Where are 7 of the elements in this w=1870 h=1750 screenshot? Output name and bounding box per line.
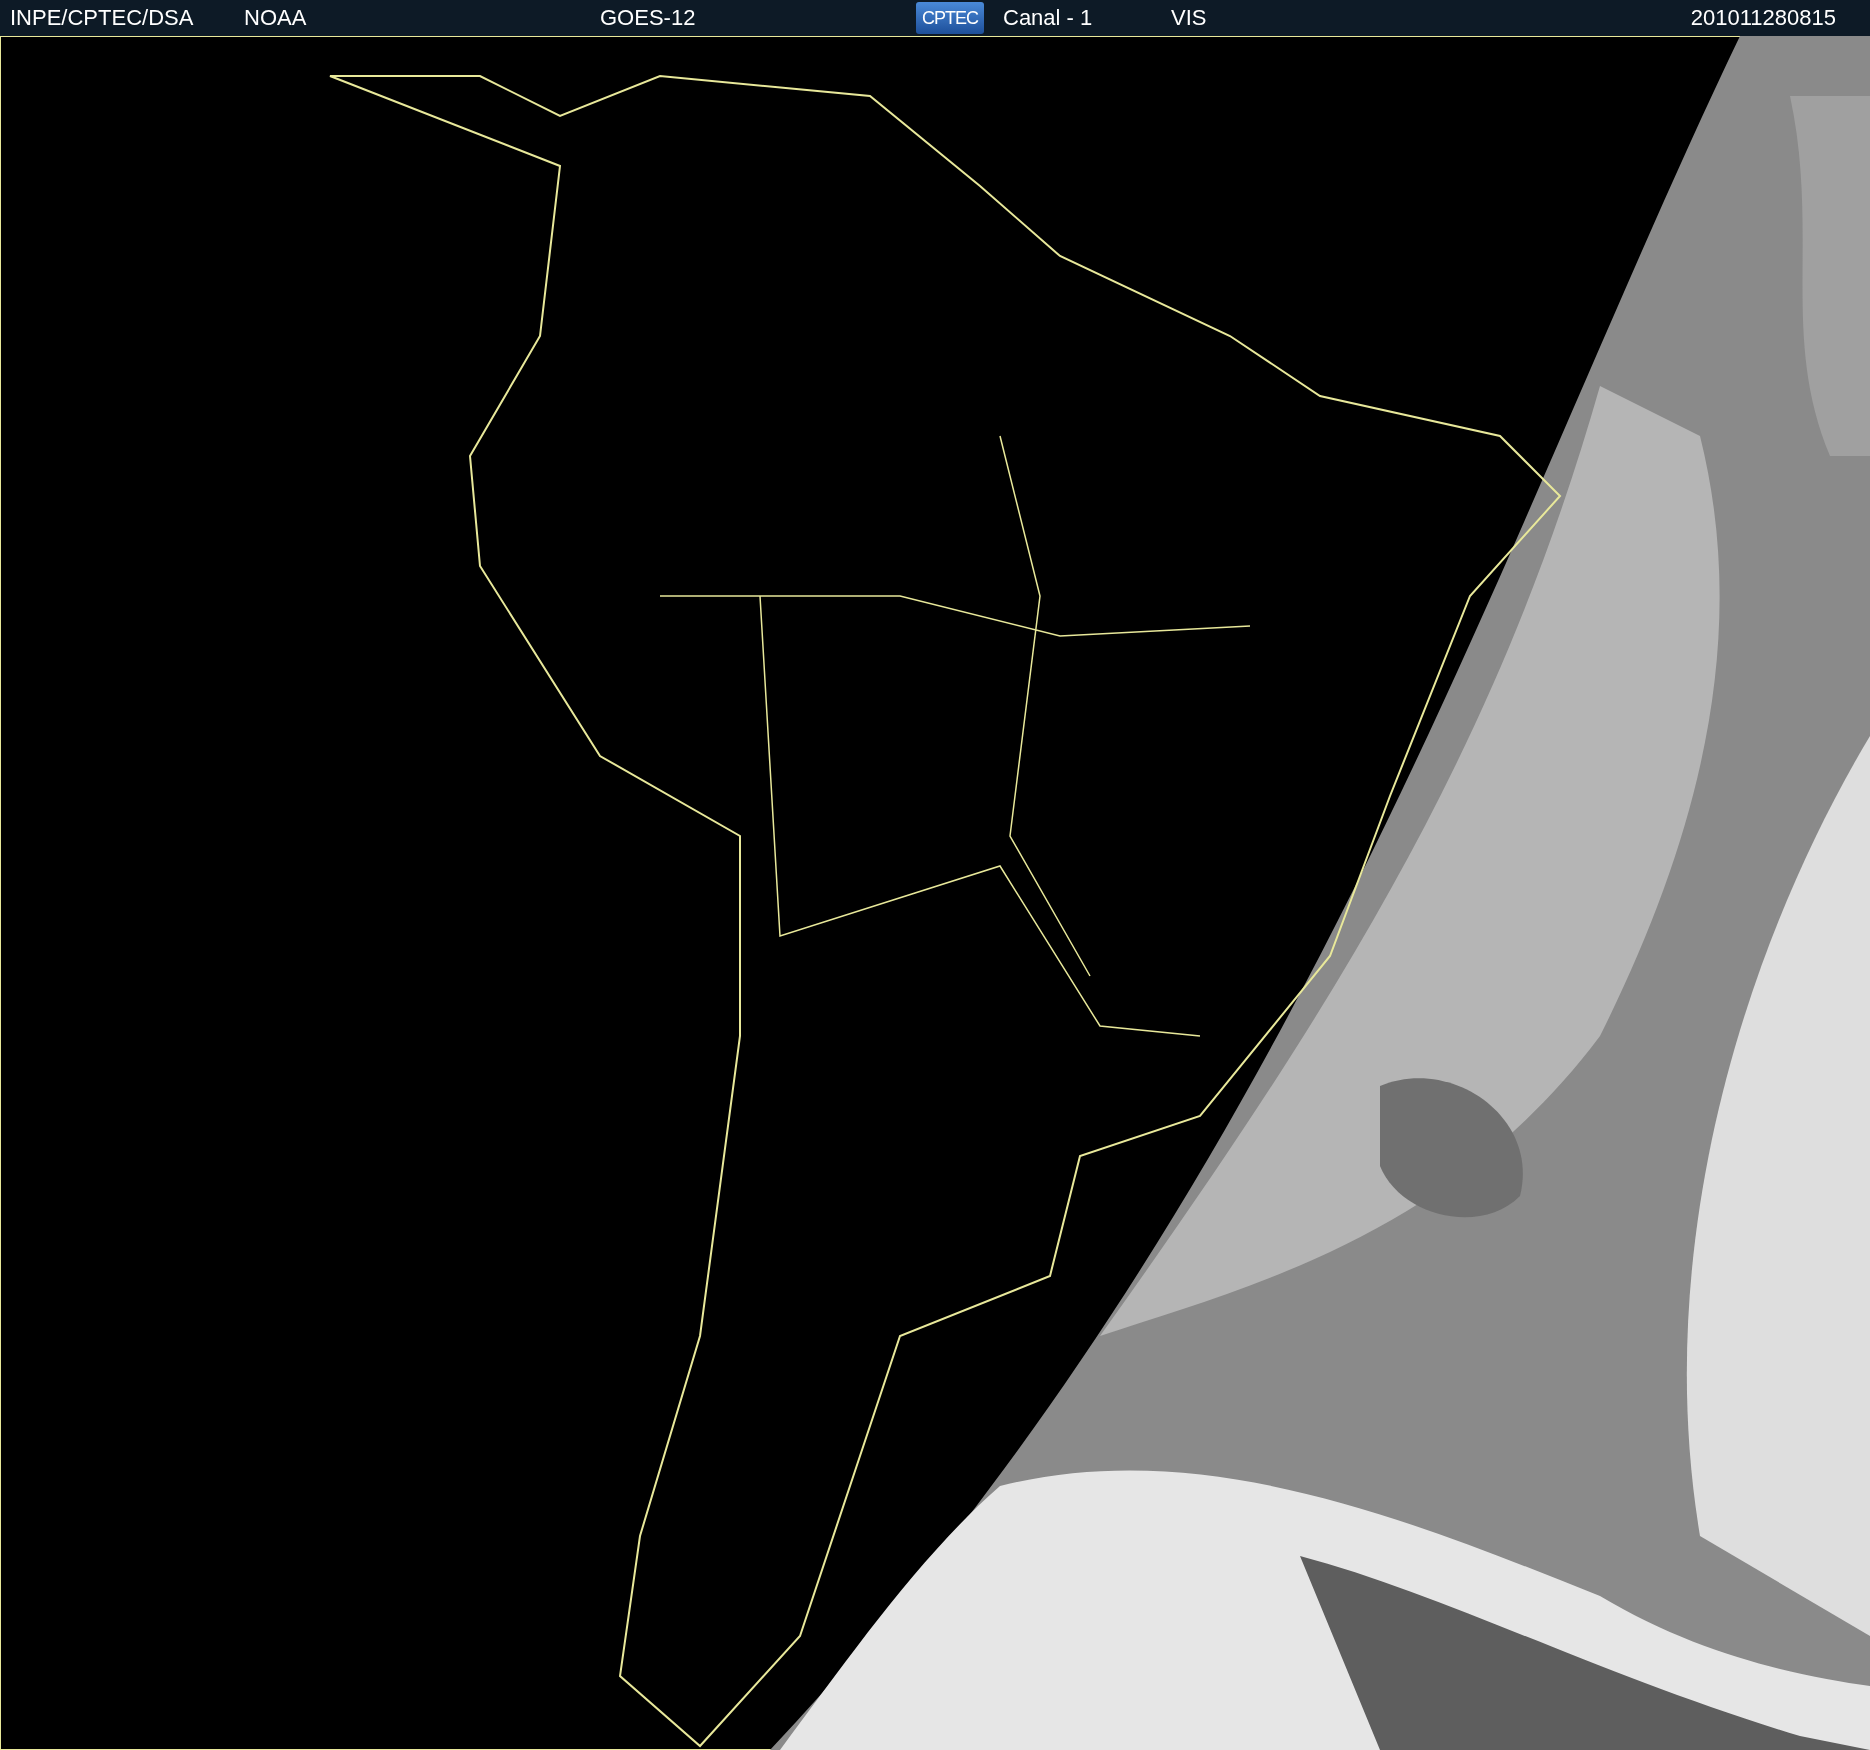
satellite-label: GOES-12 <box>600 5 697 31</box>
channel-label: Canal - 1 <box>1003 5 1094 31</box>
logo: CPTEC <box>916 2 984 34</box>
band-label: VIS <box>1171 5 1208 31</box>
agency-label: INPE/CPTEC/DSA <box>10 5 195 31</box>
timestamp-label: 201011280815 <box>1690 5 1836 31</box>
source-label: NOAA <box>244 5 308 31</box>
